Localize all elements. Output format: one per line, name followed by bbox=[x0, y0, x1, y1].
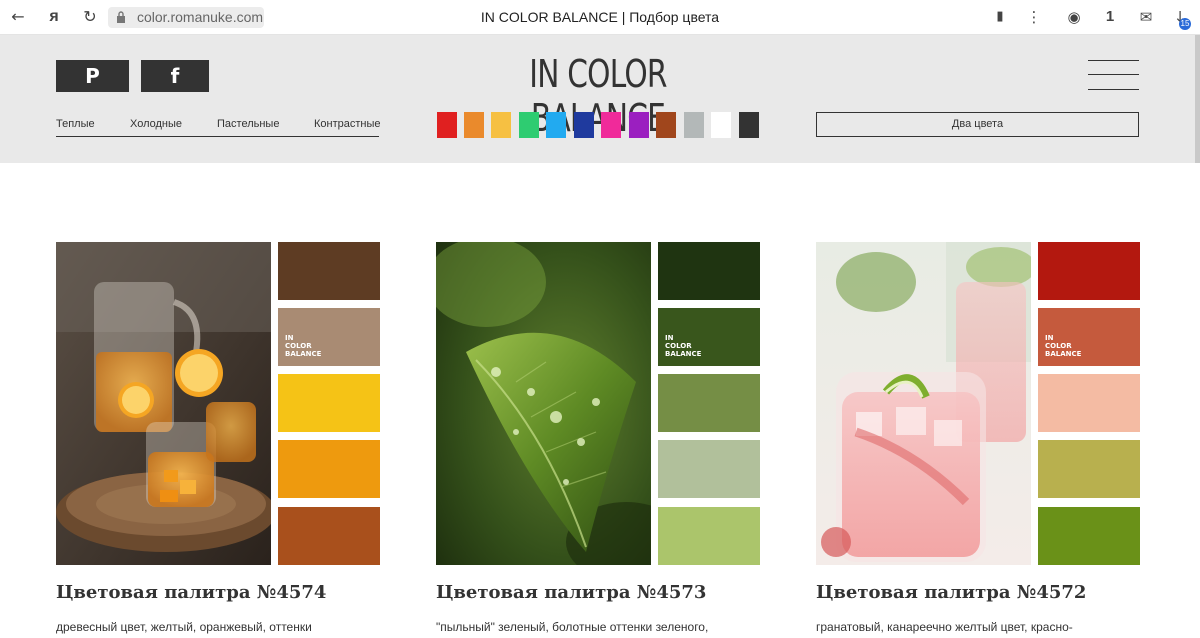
card-title[interactable]: Цветовая палитра №4572 bbox=[816, 582, 1086, 603]
palette-watermark: IN COLOR BALANCE bbox=[665, 334, 702, 358]
card-photo[interactable] bbox=[56, 242, 271, 565]
palette-card-4574[interactable]: IN COLOR BALANCE Цветовая палитра №4574 … bbox=[56, 242, 380, 638]
color-filter-swatch[interactable] bbox=[574, 112, 594, 138]
reload-icon[interactable]: ↻ bbox=[80, 7, 100, 27]
palette-watermark: IN COLOR BALANCE bbox=[1045, 334, 1082, 358]
palette-card-4573[interactable]: IN COLOR BALANCE Цветовая палитра №4573 … bbox=[436, 242, 760, 638]
bookmark-icon[interactable]: ▮ bbox=[990, 6, 1010, 28]
color-filter-swatch[interactable] bbox=[711, 112, 731, 138]
palette-card-4572[interactable]: IN COLOR BALANCE Цветовая палитра №4572 … bbox=[816, 242, 1140, 638]
pinterest-button[interactable]: P bbox=[56, 60, 129, 92]
color-filter-swatch[interactable] bbox=[684, 112, 704, 138]
palette-swatch[interactable] bbox=[658, 242, 760, 300]
yandex-icon[interactable]: я bbox=[44, 7, 64, 27]
category-cold[interactable]: Холодные bbox=[130, 118, 182, 130]
download-count-badge: 15 bbox=[1179, 18, 1191, 30]
card-title[interactable]: Цветовая палитра №4573 bbox=[436, 582, 706, 603]
color-filter-swatch[interactable] bbox=[656, 112, 676, 138]
color-filter-swatch[interactable] bbox=[491, 112, 511, 138]
color-filter-swatch[interactable] bbox=[546, 112, 566, 138]
scrollbar[interactable] bbox=[1195, 35, 1200, 163]
palette-swatch[interactable]: IN COLOR BALANCE bbox=[278, 308, 380, 366]
category-contrast[interactable]: Контрастные bbox=[314, 118, 381, 130]
browser-toolbar: ← я ↻ color.romanuke.com IN COLOR BALANC… bbox=[0, 0, 1200, 35]
palette-swatch[interactable] bbox=[278, 440, 380, 498]
extension-icon[interactable]: ◉ bbox=[1064, 6, 1084, 28]
palette-swatch[interactable] bbox=[278, 507, 380, 565]
palette-swatch[interactable]: IN COLOR BALANCE bbox=[1038, 308, 1140, 366]
palette-swatch[interactable] bbox=[658, 374, 760, 432]
palette-swatch[interactable] bbox=[1038, 440, 1140, 498]
palette-swatch[interactable] bbox=[1038, 507, 1140, 565]
palette-swatch[interactable] bbox=[1038, 242, 1140, 300]
chat-icon[interactable]: ✉ bbox=[1136, 6, 1156, 28]
url-text[interactable]: color.romanuke.com bbox=[137, 9, 263, 25]
palette-swatch[interactable]: IN COLOR BALANCE bbox=[658, 308, 760, 366]
facebook-button[interactable]: f bbox=[141, 60, 209, 92]
color-filter-swatch[interactable] bbox=[464, 112, 484, 138]
palette-swatch[interactable] bbox=[1038, 374, 1140, 432]
color-filter-swatch[interactable] bbox=[739, 112, 759, 138]
category-nav: Теплые Холодные Пастельные Контрастные bbox=[56, 117, 381, 137]
card-photo[interactable] bbox=[436, 242, 651, 565]
tab-title: IN COLOR BALANCE | Подбор цвета bbox=[480, 9, 720, 25]
card-description: гранатовый, канареечно желтый цвет, крас… bbox=[816, 620, 1073, 634]
two-colors-button[interactable]: Два цвета bbox=[816, 112, 1139, 137]
back-arrow-icon[interactable]: ← bbox=[8, 7, 28, 27]
color-filter-swatch[interactable] bbox=[629, 112, 649, 138]
color-filter-swatch[interactable] bbox=[437, 112, 457, 138]
palette-watermark: IN COLOR BALANCE bbox=[285, 334, 322, 358]
card-description: "пыльный" зеленый, болотные оттенки зеле… bbox=[436, 620, 709, 634]
palette-swatch[interactable] bbox=[278, 242, 380, 300]
color-filter-swatch[interactable] bbox=[601, 112, 621, 138]
palette-swatch[interactable] bbox=[658, 440, 760, 498]
hamburger-menu-icon[interactable] bbox=[1088, 60, 1139, 92]
more-options-icon[interactable]: ⋮ bbox=[1026, 6, 1042, 28]
card-photo[interactable] bbox=[816, 242, 1031, 565]
category-pastel[interactable]: Пастельные bbox=[217, 118, 279, 130]
category-warm[interactable]: Теплые bbox=[56, 118, 95, 130]
card-title[interactable]: Цветовая палитра №4574 bbox=[56, 582, 326, 603]
palette-swatch[interactable] bbox=[658, 507, 760, 565]
card-description: древесный цвет, желтый, оранжевый, оттен… bbox=[56, 620, 312, 634]
palette-swatch[interactable] bbox=[278, 374, 380, 432]
extension-one-icon[interactable]: 1 bbox=[1100, 6, 1120, 28]
lock-icon bbox=[117, 11, 125, 23]
color-filter-swatch[interactable] bbox=[519, 112, 539, 138]
